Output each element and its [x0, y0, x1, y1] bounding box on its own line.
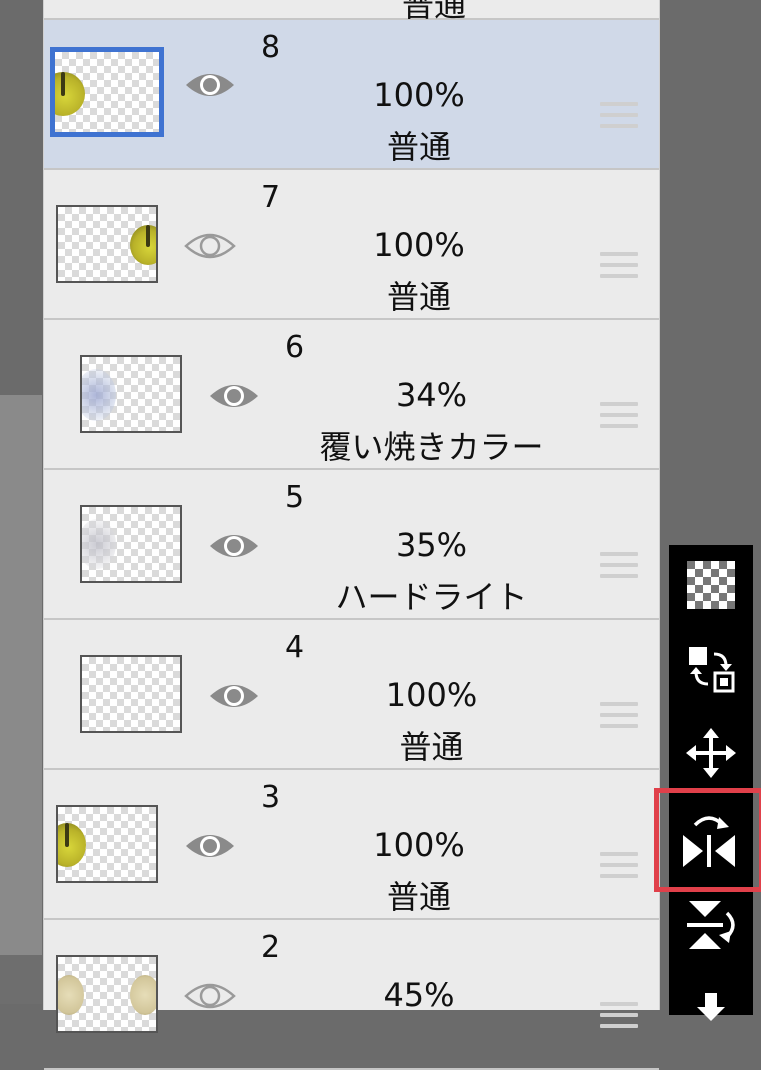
- layer-opacity: 100%: [373, 826, 465, 864]
- layer-number: 8: [261, 30, 281, 65]
- flip-horizontal-button[interactable]: [654, 788, 761, 892]
- layer-number: 3: [261, 780, 281, 815]
- layer-blend-mode: ハードライト: [335, 578, 528, 616]
- layer-opacity: 35%: [395, 526, 468, 564]
- layer-toolbar: [654, 545, 761, 1021]
- layer-row-4[interactable]: 4 100% 普通: [44, 620, 659, 770]
- flip-horizontal-icon: [683, 816, 735, 867]
- eye-icon[interactable]: [208, 680, 260, 712]
- layer-opacity: 34%: [395, 376, 468, 414]
- layer-thumbnail[interactable]: [80, 655, 182, 733]
- layer-row-5[interactable]: 5 35% ハードライト: [44, 470, 659, 620]
- merge-down-icon[interactable]: [669, 965, 753, 1037]
- layer-number: 2: [261, 930, 281, 965]
- layer-blend-mode: 普通: [386, 278, 451, 316]
- layer-thumbnail[interactable]: [50, 47, 164, 137]
- layer-number: 6: [285, 330, 305, 365]
- canvas-area: [0, 395, 42, 1004]
- layer-row-3[interactable]: 3 100% 普通: [44, 770, 659, 920]
- layer-row-partial[interactable]: 普通: [44, 0, 659, 24]
- eye-icon[interactable]: [184, 830, 236, 862]
- layer-opacity: 100%: [373, 76, 465, 114]
- swap-layers-icon[interactable]: [669, 633, 753, 705]
- canvas-area-lower: [0, 955, 42, 1004]
- layer-opacity: 100%: [373, 226, 465, 264]
- drag-handle-icon[interactable]: [600, 1002, 638, 1032]
- layer-number: 4: [285, 630, 305, 665]
- layer-blend-mode: 普通: [399, 728, 464, 766]
- layer-thumbnail[interactable]: [56, 205, 158, 283]
- eye-icon[interactable]: [208, 530, 260, 562]
- eye-icon[interactable]: [184, 69, 236, 101]
- eye-icon[interactable]: [208, 380, 260, 412]
- layer-row-7[interactable]: 7 100% 普通: [44, 170, 659, 320]
- layer-number: 7: [261, 180, 281, 215]
- drag-handle-icon[interactable]: [600, 852, 638, 882]
- drag-handle-icon[interactable]: [600, 402, 638, 432]
- drag-handle-icon[interactable]: [600, 702, 638, 732]
- layer-row-6[interactable]: 6 34% 覆い焼きカラー: [44, 320, 659, 470]
- layer-blend-mode: 覆い焼きカラー: [319, 428, 544, 466]
- layer-opacity: 100%: [385, 676, 478, 714]
- layer-thumbnail[interactable]: [56, 955, 158, 1033]
- layer-number: 5: [285, 480, 305, 515]
- layer-blend-mode: 普通: [386, 878, 451, 916]
- drag-handle-icon[interactable]: [600, 102, 638, 132]
- layers-panel[interactable]: 普通 8 100% 普通 7 100% 普通 6 34% 覆い焼きカラー 5 3…: [43, 0, 660, 1070]
- drag-handle-icon[interactable]: [600, 552, 638, 582]
- layer-thumbnail[interactable]: [80, 505, 182, 583]
- eye-icon[interactable]: [184, 230, 236, 262]
- layer-thumbnail[interactable]: [56, 805, 158, 883]
- layer-blend-mode: 普通: [386, 128, 451, 166]
- layer-thumbnail[interactable]: [80, 355, 182, 433]
- layer-row-2[interactable]: 2 45%: [44, 920, 659, 1070]
- move-icon[interactable]: [669, 717, 753, 789]
- layer-opacity: 45%: [383, 976, 455, 1014]
- layer-row-8[interactable]: 8 100% 普通: [44, 20, 659, 170]
- eye-icon[interactable]: [184, 980, 236, 1012]
- drag-handle-icon[interactable]: [600, 252, 638, 282]
- flip-vertical-icon[interactable]: [669, 889, 753, 961]
- transparency-grid-icon[interactable]: [669, 549, 753, 621]
